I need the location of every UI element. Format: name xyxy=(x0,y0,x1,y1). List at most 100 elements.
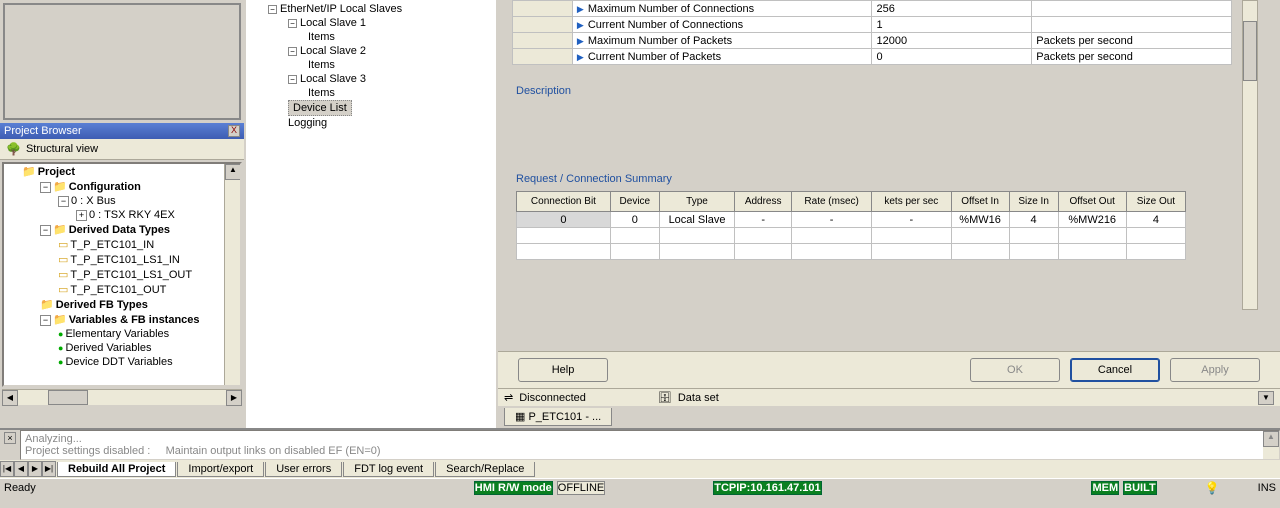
scroll-up-icon[interactable]: ▲ xyxy=(1263,431,1279,447)
dataset-label: Data set xyxy=(678,392,719,404)
slave-items[interactable]: Items xyxy=(248,58,494,72)
collapse-icon[interactable]: − xyxy=(288,19,297,28)
vscrollbar[interactable]: ▲ xyxy=(1263,431,1279,459)
local-slave-3[interactable]: −Local Slave 3 xyxy=(248,72,494,86)
tab-fdt-log[interactable]: FDT log event xyxy=(343,462,434,477)
status-ready: Ready xyxy=(4,482,36,494)
col-header[interactable]: Address xyxy=(735,192,792,212)
tree-item[interactable]: ●Derived Variables xyxy=(4,341,240,355)
scroll-up-icon[interactable]: ▲ xyxy=(225,164,241,180)
folder-icon: 📁 xyxy=(53,224,67,236)
col-header[interactable]: Size In xyxy=(1009,192,1058,212)
collapse-icon[interactable]: − xyxy=(288,47,297,56)
tree-item[interactable]: ▭T_P_ETC101_LS1_OUT xyxy=(4,267,240,282)
vscrollbar[interactable]: ▲ xyxy=(224,164,240,385)
tab-import-export[interactable]: Import/export xyxy=(177,462,264,477)
scroll-left-icon[interactable]: ◀ xyxy=(2,390,18,406)
dropdown-icon[interactable]: ▼ xyxy=(1258,391,1274,405)
tree-dfb[interactable]: 📁Derived FB Types xyxy=(4,297,240,312)
scroll-thumb[interactable] xyxy=(48,390,88,405)
output-tabs: |◀ ◀ ▶ ▶| Rebuild All Project Import/exp… xyxy=(0,460,1280,478)
ok-button[interactable]: OK xyxy=(970,358,1060,382)
collapse-icon[interactable]: − xyxy=(40,315,51,326)
collapse-icon[interactable]: − xyxy=(40,225,51,236)
close-icon[interactable]: X xyxy=(228,125,240,137)
scroll-thumb[interactable] xyxy=(1243,21,1257,81)
tree-vars[interactable]: −📁Variables & FB instances xyxy=(4,312,240,327)
tree-xbus[interactable]: −0 : X Bus xyxy=(4,194,240,208)
table-row[interactable] xyxy=(517,228,1186,244)
col-header[interactable]: Rate (msec) xyxy=(792,192,872,212)
col-header[interactable]: Type xyxy=(659,192,734,212)
tree-item[interactable]: ▭T_P_ETC101_OUT xyxy=(4,282,240,297)
cancel-button[interactable]: Cancel xyxy=(1070,358,1160,382)
disconnected-label: Disconnected xyxy=(519,392,586,404)
scroll-right-icon[interactable]: ▶ xyxy=(226,390,242,406)
var-icon: ● xyxy=(58,329,63,339)
play-icon: ▶ xyxy=(577,36,584,46)
status-offline: OFFLINE xyxy=(557,481,605,495)
bulb-icon: 💡 xyxy=(1205,481,1220,495)
status-mem: MEM xyxy=(1091,481,1119,495)
summary-table[interactable]: Connection Bit Device Type Address Rate … xyxy=(516,191,1186,260)
tab-nav-first-icon[interactable]: |◀ xyxy=(0,461,14,477)
folder-icon: 📁 xyxy=(40,299,54,311)
prop-row[interactable]: ▶Current Number of Packets0Packets per s… xyxy=(513,49,1232,65)
project-tree[interactable]: 📁Project −📁Configuration −0 : X Bus +0 :… xyxy=(2,162,242,387)
device-list-selected[interactable]: Device List xyxy=(288,100,352,116)
type-icon: ▭ xyxy=(58,239,68,251)
tab-nav-prev-icon[interactable]: ◀ xyxy=(14,461,28,477)
collapse-icon[interactable]: − xyxy=(268,5,277,14)
tree-item[interactable]: ●Device DDT Variables xyxy=(4,355,240,369)
tree-config[interactable]: −📁Configuration xyxy=(4,179,240,194)
tree-item[interactable]: ▭T_P_ETC101_IN xyxy=(4,237,240,252)
tree-ddt[interactable]: −📁Derived Data Types xyxy=(4,222,240,237)
collapse-icon[interactable]: − xyxy=(58,196,69,207)
table-row[interactable] xyxy=(517,244,1186,260)
tree-tsx[interactable]: +0 : TSX RKY 4EX xyxy=(4,208,240,222)
slave-items[interactable]: Items xyxy=(248,30,494,44)
col-header[interactable]: Connection Bit xyxy=(517,192,611,212)
tab-nav-last-icon[interactable]: ▶| xyxy=(42,461,56,477)
prop-row[interactable]: ▶Current Number of Connections1 xyxy=(513,17,1232,33)
close-output-icon[interactable]: × xyxy=(4,432,16,444)
local-slave-2[interactable]: −Local Slave 2 xyxy=(248,44,494,58)
pb-toolbar: 🌳 Structural view xyxy=(0,139,244,160)
vscrollbar[interactable] xyxy=(1242,0,1258,310)
project-browser-titlebar[interactable]: Project Browser X xyxy=(0,123,244,139)
device-tree-panel: −EtherNet/IP Local Slaves −Local Slave 1… xyxy=(246,0,496,428)
slave-items[interactable]: Items xyxy=(248,86,494,100)
hscrollbar[interactable]: ◀ ▶ xyxy=(2,389,242,405)
col-header[interactable]: Size Out xyxy=(1126,192,1185,212)
tree-item[interactable]: ▭T_P_ETC101_LS1_IN xyxy=(4,252,240,267)
type-icon: ▭ xyxy=(58,269,68,281)
help-button[interactable]: Help xyxy=(518,358,608,382)
preview-box xyxy=(3,3,241,120)
tab-nav-next-icon[interactable]: ▶ xyxy=(28,461,42,477)
prop-row[interactable]: ▶Maximum Number of Packets12000Packets p… xyxy=(513,33,1232,49)
document-tab[interactable]: ▦ P_ETC101 - ... xyxy=(504,408,612,426)
tab-user-errors[interactable]: User errors xyxy=(265,462,342,477)
local-slave-1[interactable]: −Local Slave 1 xyxy=(248,16,494,30)
collapse-icon[interactable]: − xyxy=(40,182,51,193)
apply-button[interactable]: Apply xyxy=(1170,358,1260,382)
structural-view-label: Structural view xyxy=(26,143,98,155)
tab-rebuild[interactable]: Rebuild All Project xyxy=(57,462,176,477)
enip-root[interactable]: −EtherNet/IP Local Slaves xyxy=(248,2,494,16)
col-header[interactable]: Offset Out xyxy=(1058,192,1126,212)
expand-icon[interactable]: + xyxy=(76,210,87,221)
output-text[interactable]: Analyzing... Project settings disabled :… xyxy=(20,430,1280,460)
table-row[interactable]: 0 0 Local Slave - - - %MW16 4 %MW216 4 xyxy=(517,212,1186,228)
project-browser-title: Project Browser xyxy=(4,125,82,137)
prop-row[interactable]: ▶Maximum Number of Connections256 xyxy=(513,1,1232,17)
col-header[interactable]: kets per sec xyxy=(872,192,951,212)
tree-item[interactable]: ●Elementary Variables xyxy=(4,327,240,341)
logging-node[interactable]: Logging xyxy=(248,116,494,130)
tree-project[interactable]: 📁Project xyxy=(4,164,240,179)
status-bar: Ready HMI R/W mode OFFLINE TCPIP:10.161.… xyxy=(0,478,1280,496)
collapse-icon[interactable]: − xyxy=(288,75,297,84)
folder-icon: 📁 xyxy=(53,314,67,326)
col-header[interactable]: Offset In xyxy=(951,192,1009,212)
col-header[interactable]: Device xyxy=(610,192,659,212)
tab-search-replace[interactable]: Search/Replace xyxy=(435,462,535,477)
